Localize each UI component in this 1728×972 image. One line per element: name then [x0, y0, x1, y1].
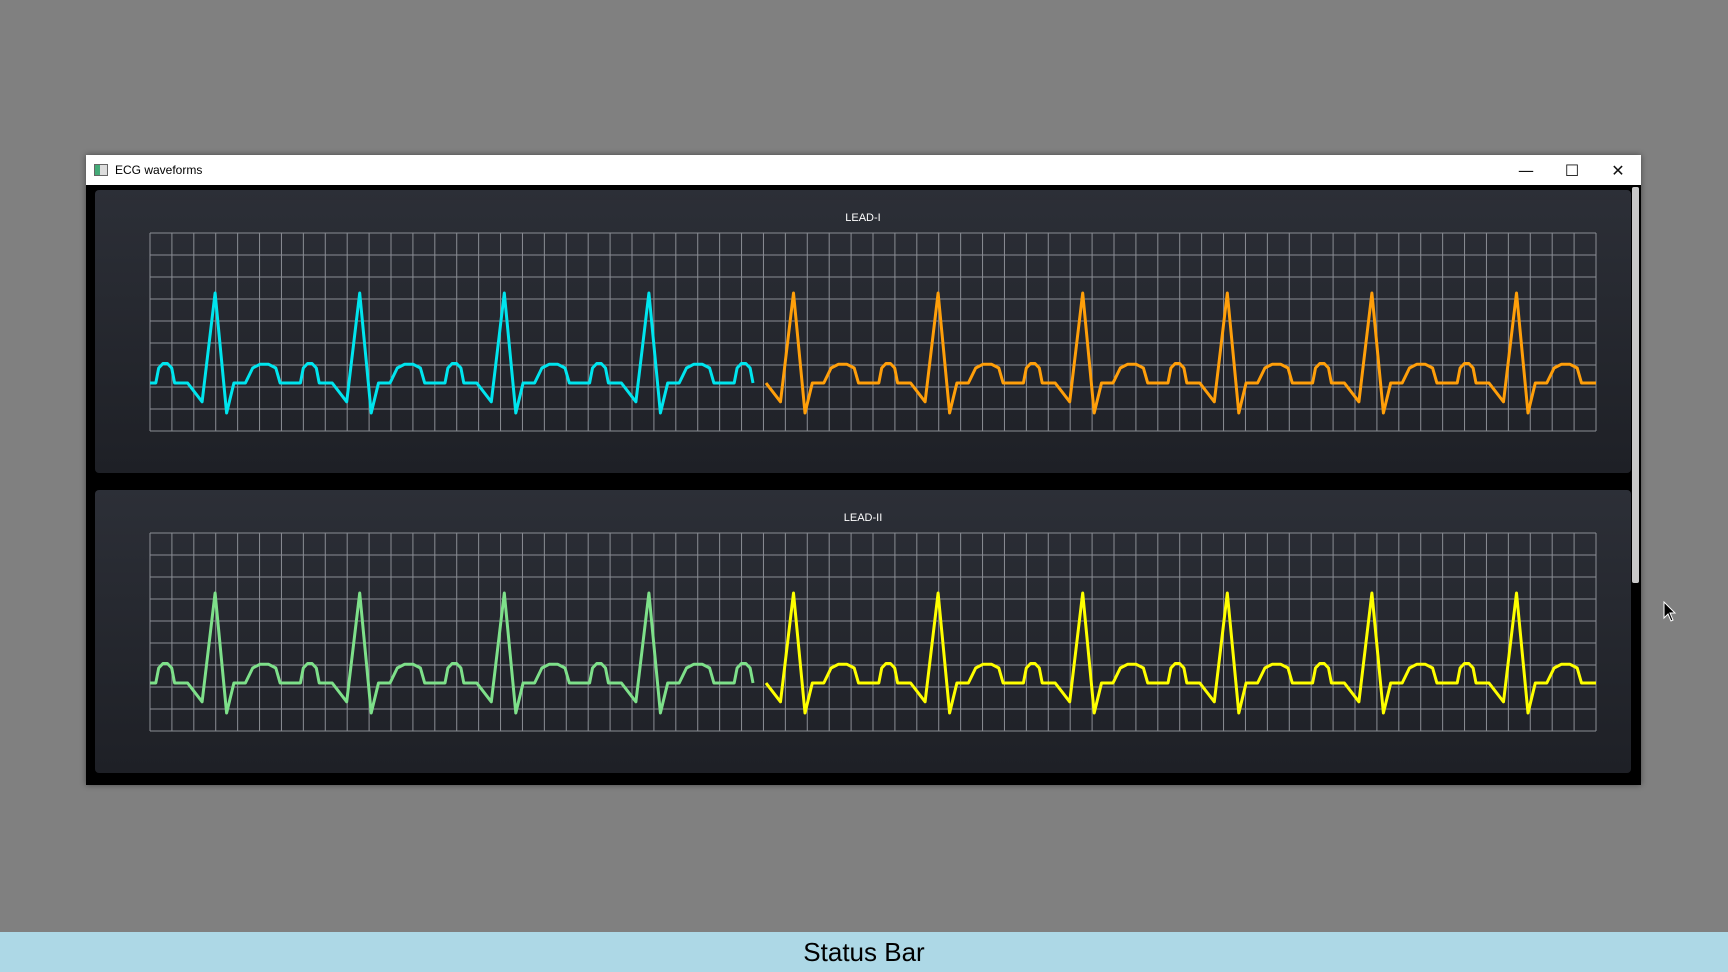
- close-icon: ✕: [1611, 160, 1625, 180]
- ecg-trace-current-sweep: [764, 591, 1596, 715]
- app-icon: [94, 164, 108, 176]
- status-bar: Status Bar: [0, 932, 1728, 972]
- lead-ii-panel: LEAD-II: [95, 490, 1631, 773]
- cursor-icon: [1663, 601, 1677, 622]
- ecg-window: ECG waveforms — ☐ ✕ LEAD-I LEAD-II: [86, 155, 1641, 785]
- status-bar-text: Status Bar: [803, 936, 925, 967]
- title-bar[interactable]: ECG waveforms — ☐ ✕: [86, 155, 1641, 185]
- grid: [149, 232, 1597, 432]
- scrollbar-thumb[interactable]: [1632, 187, 1639, 583]
- lead-i-chart: [149, 232, 1597, 432]
- ecg-trace-previous-sweep: [150, 591, 755, 715]
- window-controls: — ☐ ✕: [1503, 155, 1641, 185]
- ecg-trace-current-sweep: [764, 291, 1596, 415]
- vertical-scrollbar[interactable]: [1632, 185, 1639, 785]
- window-title: ECG waveforms: [115, 163, 203, 177]
- lead-ii-chart: [149, 532, 1597, 732]
- window-client-area: LEAD-I LEAD-II: [86, 185, 1641, 785]
- close-button[interactable]: ✕: [1595, 155, 1641, 185]
- maximize-button[interactable]: ☐: [1549, 155, 1595, 185]
- maximize-icon: ☐: [1564, 160, 1580, 180]
- minimize-button[interactable]: —: [1503, 155, 1549, 185]
- ecg-trace-previous-sweep: [150, 291, 755, 415]
- grid: [149, 532, 1597, 732]
- lead-i-panel: LEAD-I: [95, 190, 1631, 473]
- minimize-icon: —: [1518, 160, 1534, 180]
